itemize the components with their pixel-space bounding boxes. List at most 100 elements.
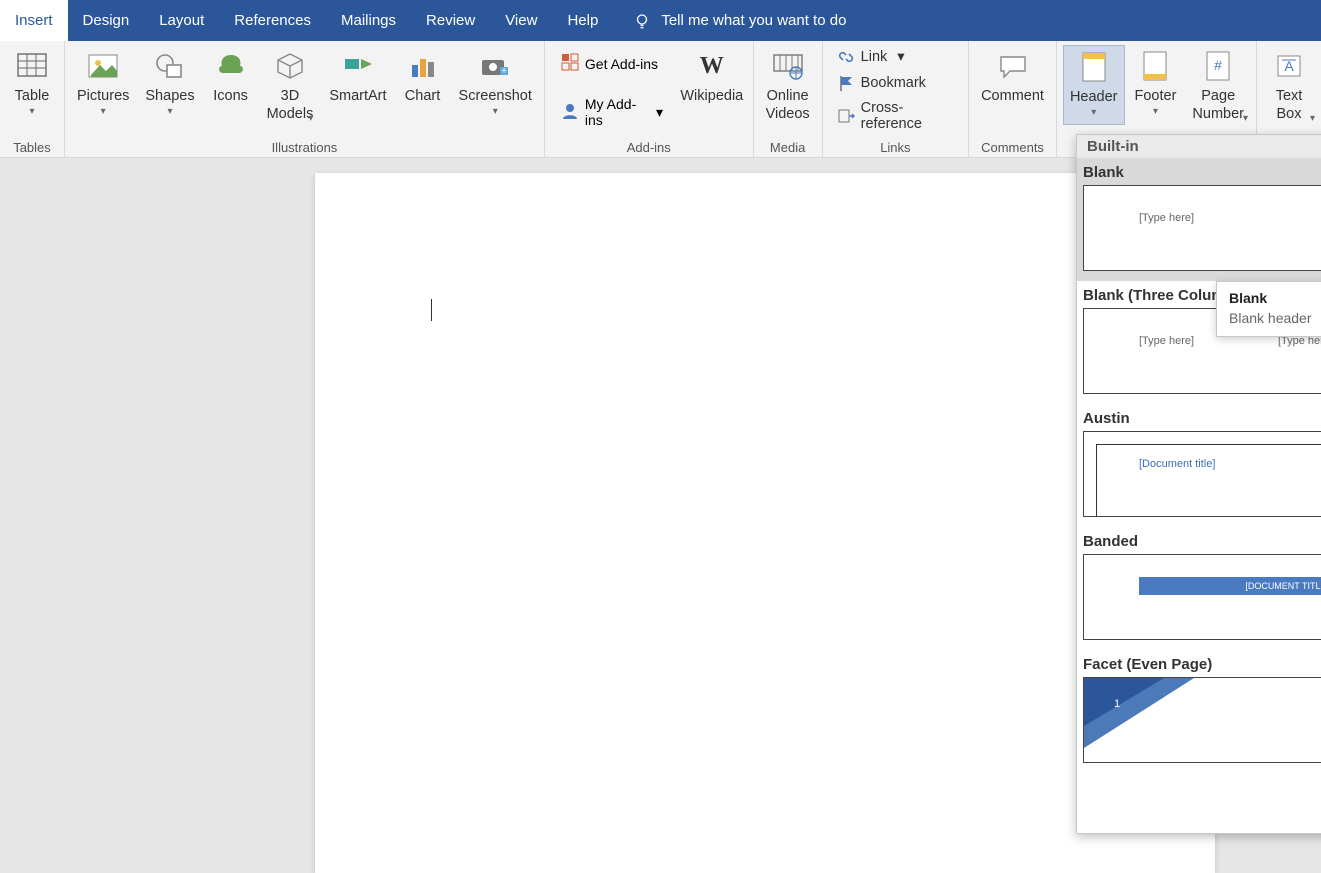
smartart-icon [341,49,375,83]
page-number-label: Page Number [1192,87,1244,123]
ribbon-tabbar: Insert Design Layout References Mailings… [0,0,1321,41]
tab-references[interactable]: References [219,0,326,41]
gallery-item-blank[interactable]: Blank [Type here] [1077,158,1321,281]
tell-me[interactable]: Tell me what you want to do [633,12,846,30]
text-box-button[interactable]: A Text Box ▾ [1263,45,1315,127]
comment-label: Comment [981,87,1044,105]
group-comments: Comment Comments [969,41,1057,157]
crossref-label: Cross-reference [861,100,954,132]
icons-icon [214,49,248,83]
shapes-button[interactable]: Shapes ▾ [139,45,200,123]
tab-mailings[interactable]: Mailings [326,0,411,41]
footer-icon [1138,49,1172,83]
group-tables-label: Tables [6,138,58,155]
film-icon [771,49,805,83]
camera-icon: + [478,49,512,83]
group-media: Online Videos Media [754,41,823,157]
tab-insert[interactable]: Insert [0,0,68,41]
chevron-down-icon: ▾ [167,106,172,119]
gallery-item-facet-even[interactable]: Facet (Even Page) 1 [1077,650,1321,773]
group-illustrations-label: Illustrations [71,138,538,155]
header-button[interactable]: + Header ▾ [1063,45,1125,125]
group-illustrations: Pictures ▾ Shapes ▾ Icons 3D Mo [65,41,545,157]
get-addins-button[interactable]: Get Add-ins [557,49,667,78]
wikipedia-icon: W [695,49,729,83]
crossref-icon [837,107,855,125]
get-addins-label: Get Add-ins [585,56,658,72]
placeholder-text: [Document title] [1139,458,1215,470]
flag-icon [837,74,855,92]
gallery-tooltip: Blank Blank header [1216,281,1321,337]
online-videos-button[interactable]: Online Videos [760,45,816,127]
tab-design[interactable]: Design [68,0,145,41]
shapes-icon [153,49,187,83]
my-addins-button[interactable]: My Add-ins ▾ [557,92,667,132]
page-number-button[interactable]: # Page Number ▾ [1186,45,1250,127]
gallery-item-banded[interactable]: Banded [DOCUMENT TITLE] [1077,527,1321,650]
pictures-icon [86,49,120,83]
page-number-icon: # [1201,49,1235,83]
chevron-down-icon: ▾ [656,104,663,121]
pictures-label: Pictures [77,87,129,105]
gallery-item-austin[interactable]: Austin [Document title] [1077,404,1321,527]
shapes-label: Shapes [145,87,194,105]
wikipedia-button[interactable]: W Wikipedia [677,45,747,109]
svg-text:+: + [501,66,507,77]
tooltip-title: Blank [1229,290,1321,306]
tooltip-description: Blank header [1229,310,1321,326]
placeholder-text: [Type here] [1139,212,1194,224]
chevron-down-icon: ▾ [308,113,313,126]
text-cursor [431,299,432,321]
comment-button[interactable]: Comment [975,45,1050,109]
tab-review[interactable]: Review [411,0,490,41]
group-comments-label: Comments [975,138,1050,155]
smartart-button[interactable]: SmartArt [323,45,392,109]
chart-button[interactable]: Chart [397,45,449,109]
online-videos-label: Online Videos [766,87,810,123]
3d-models-label: 3D Models [267,87,314,123]
table-label: Table [15,87,50,105]
group-addins: Get Add-ins My Add-ins ▾ W Wikipedia Add… [545,41,754,157]
chevron-down-icon: ▾ [29,106,34,119]
my-addins-label: My Add-ins [585,96,644,128]
chevron-down-icon: ▾ [101,106,106,119]
table-icon [15,49,49,83]
link-button[interactable]: Link ▾ [835,46,956,68]
chevron-down-icon: ▾ [1243,113,1248,126]
header-gallery-dropdown: Built-in Blank [Type here] Blank (Three … [1076,134,1321,834]
link-label: Link [861,49,888,65]
chevron-down-icon: ▾ [1091,107,1096,120]
icons-button[interactable]: Icons [205,45,257,109]
3d-models-button[interactable]: 3D Models ▾ [261,45,320,127]
pictures-button[interactable]: Pictures ▾ [71,45,135,123]
svg-text:+: + [1087,51,1095,54]
person-icon [561,102,579,123]
gallery-item-title: Facet (Even Page) [1077,654,1321,677]
placeholder-text: 1 [1114,698,1120,710]
footer-button[interactable]: Footer ▾ [1129,45,1183,123]
bookmark-button[interactable]: Bookmark [835,72,956,94]
tab-view[interactable]: View [490,0,552,41]
chevron-down-icon: ▾ [493,106,498,119]
group-links-label: Links [829,138,962,155]
store-icon [561,53,579,74]
screenshot-button[interactable]: + Screenshot ▾ [453,45,538,123]
tab-help[interactable]: Help [552,0,613,41]
link-icon [837,48,855,66]
table-button[interactable]: Table ▾ [6,45,58,123]
comment-icon [996,49,1030,83]
header-icon: + [1077,50,1111,84]
text-box-label: Text Box [1276,87,1303,123]
tab-layout[interactable]: Layout [144,0,219,41]
lightbulb-icon [633,12,651,30]
placeholder-text: [Type here] [1139,335,1194,347]
wikipedia-label: Wikipedia [680,87,743,105]
group-media-label: Media [760,138,816,155]
cross-reference-button[interactable]: Cross-reference [835,98,956,134]
chart-icon [406,49,440,83]
tell-me-label: Tell me what you want to do [661,12,846,29]
screenshot-label: Screenshot [459,87,532,105]
bookmark-label: Bookmark [861,75,926,91]
text-box-icon: A [1272,49,1306,83]
svg-text:#: # [1214,57,1222,73]
